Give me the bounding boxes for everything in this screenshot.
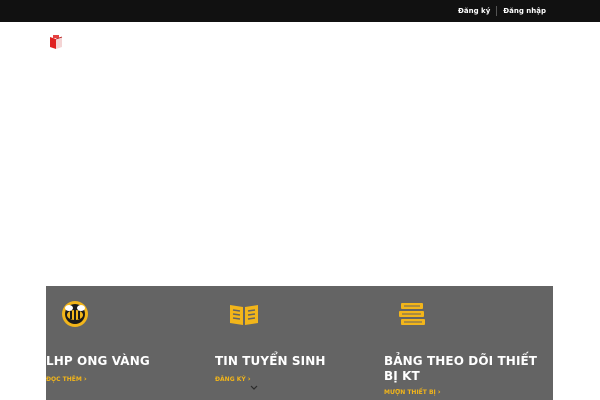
- chevron-down-icon[interactable]: [250, 376, 258, 390]
- register-link[interactable]: Đăng ký: [452, 0, 496, 22]
- open-book-icon: [229, 300, 259, 328]
- feature-title: TIN TUYỂN SINH: [215, 354, 326, 368]
- bee-badge-icon: [60, 300, 90, 328]
- feature-column-bee: LHP ONG VÀNG ĐỌC THÊM ›: [46, 286, 215, 400]
- account-links: Đăng ký Đăng nhập: [452, 0, 552, 22]
- borrow-equipment-link[interactable]: MƯỢN THIẾT BỊ ›: [384, 388, 441, 396]
- feature-title: BẢNG THEO DÕI THIẾT BỊ KT: [384, 354, 538, 383]
- read-more-link[interactable]: ĐỌC THÊM ›: [46, 375, 87, 383]
- feature-title: LHP ONG VÀNG: [46, 354, 150, 368]
- feature-column-equipment: BẢNG THEO DÕI THIẾT BỊ KT MƯỢN THIẾT BỊ ›: [384, 286, 553, 400]
- login-link[interactable]: Đăng nhập: [497, 0, 552, 22]
- book-stack-icon: [398, 300, 428, 328]
- site-logo-icon[interactable]: [48, 34, 64, 50]
- register-now-link[interactable]: ĐĂNG KÝ ›: [215, 375, 251, 383]
- top-bar: Đăng ký Đăng nhập: [0, 0, 600, 22]
- feature-panel: LHP ONG VÀNG ĐỌC THÊM › TIN TUYỂN SINH ĐĂ…: [46, 286, 553, 400]
- feature-column-admissions: TIN TUYỂN SINH ĐĂNG KÝ ›: [215, 286, 384, 400]
